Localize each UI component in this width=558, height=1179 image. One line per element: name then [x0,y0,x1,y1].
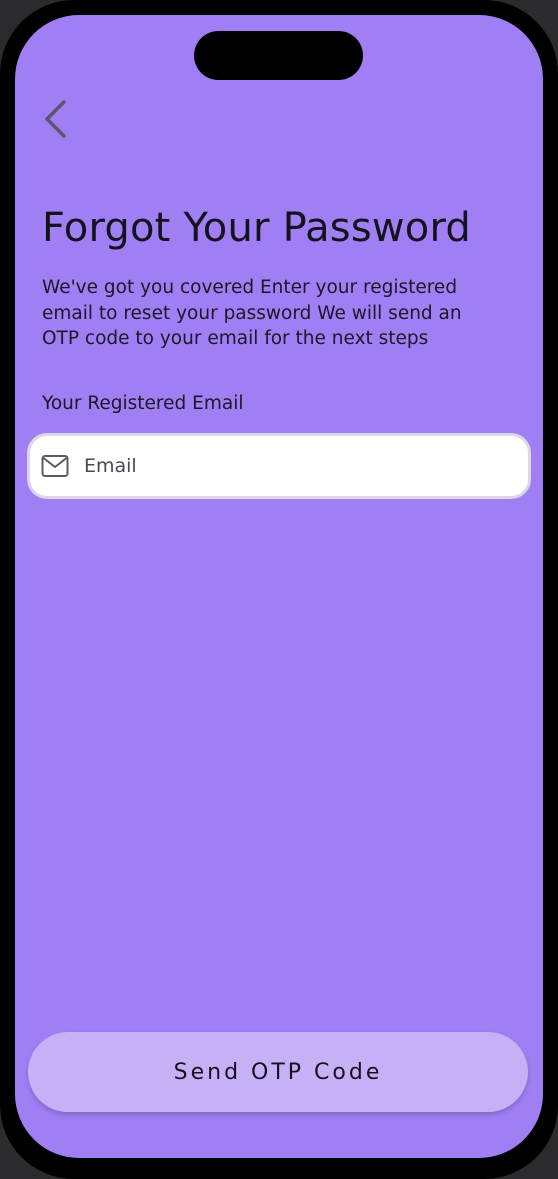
email-field[interactable] [27,433,531,499]
chevron-left-icon [45,100,66,138]
mail-icon [40,451,70,481]
send-otp-button[interactable]: Send OTP Code [28,1032,528,1112]
page-description: We've got you covered Enter your registe… [42,277,462,349]
page-title: Forgot Your Password [42,205,471,251]
phone-frame: Forgot Your Password We've got you cover… [0,0,558,1179]
app-screen: Forgot Your Password We've got you cover… [15,15,543,1158]
back-button[interactable] [35,95,75,143]
email-input[interactable] [82,454,486,478]
dynamic-island [194,31,363,80]
email-field-label: Your Registered Email [42,393,244,414]
